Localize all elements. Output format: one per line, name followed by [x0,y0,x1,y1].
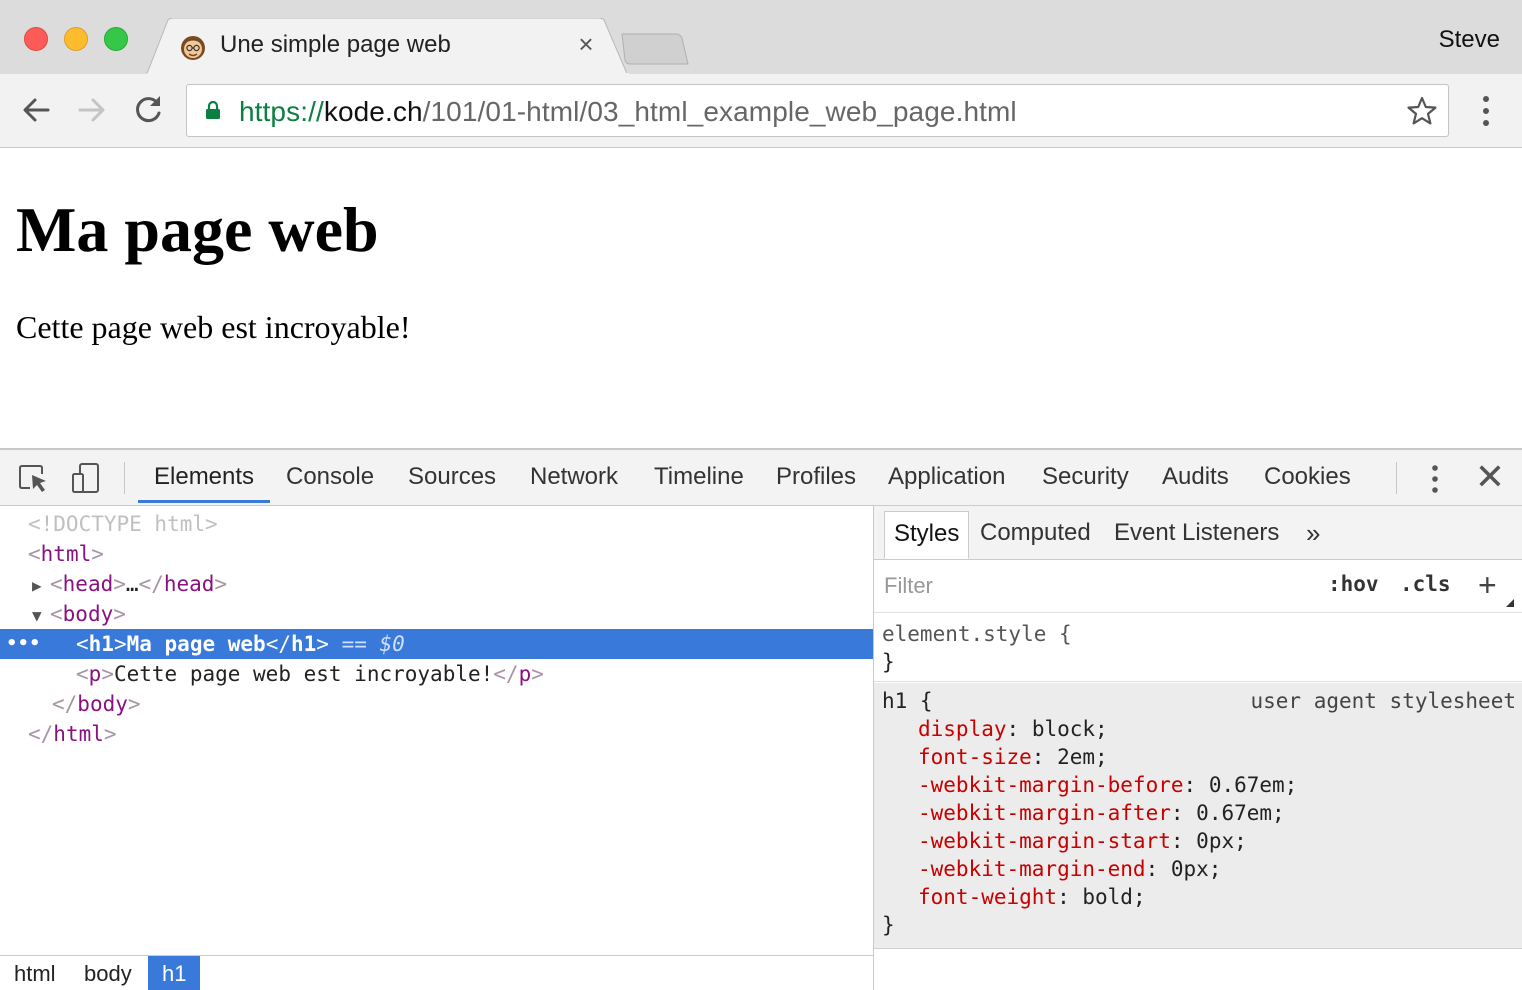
new-tab-button[interactable] [620,32,690,66]
tab-event-listeners[interactable]: Event Listeners [1114,519,1279,547]
dom-node-doctype[interactable]: <!DOCTYPE html> [0,509,873,539]
css-declaration[interactable]: -webkit-margin-before: 0.67em; [918,771,1297,799]
browser-tab[interactable]: Une simple page web × [146,18,630,76]
tab-computed[interactable]: Computed [980,519,1091,547]
tab-profiles[interactable]: Profiles [776,463,856,491]
tab-cookies[interactable]: Cookies [1264,463,1351,491]
window-close-button[interactable] [24,27,48,51]
css-declaration[interactable]: font-size: 2em; [918,743,1108,771]
rule-selector[interactable]: h1 { [882,687,933,715]
devtools-menu-icon[interactable] [1426,464,1444,494]
tab-sources[interactable]: Sources [408,463,496,491]
title-bar: Une simple page web × Steve [0,0,1522,76]
url-text[interactable]: https://kode.ch/101/01-html/03_html_exam… [239,96,1017,128]
devtools-tab-bar: Elements Console Sources Network Timelin… [0,450,1522,506]
styles-filter-bar: Filter :hov .cls + [874,561,1522,613]
breadcrumb: html body h1 [0,955,873,990]
breadcrumb-html[interactable]: html [0,956,70,990]
page-heading: Ma page web [16,194,379,265]
device-toolbar-icon[interactable] [70,462,102,494]
breadcrumb-body[interactable]: body [70,956,146,990]
toolbar-divider [1396,462,1397,494]
window-maximize-button[interactable] [104,27,128,51]
dom-node-body-close[interactable]: </body> [0,689,873,719]
new-style-rule-button[interactable]: + [1478,567,1497,604]
dom-node-html-close[interactable]: </html> [0,719,873,749]
url-path: /101/01-html/03_html_example_web_page.ht… [422,96,1017,127]
avatar-favicon-icon [181,36,205,60]
tab-close-icon[interactable]: × [574,31,598,57]
tab-audits[interactable]: Audits [1162,463,1229,491]
lock-icon [206,101,220,119]
chevron-double-right-icon[interactable]: » [1306,518,1320,549]
corner-triangle-icon [1506,599,1514,607]
address-bar[interactable]: https://kode.ch/101/01-html/03_html_exam… [186,84,1449,137]
tab-elements[interactable]: Elements [154,463,254,491]
collapse-triangle-icon[interactable]: ▼ [32,601,50,631]
tab-network[interactable]: Network [530,463,618,491]
page-viewport: Ma page web Cette page web est incroyabl… [0,149,1522,448]
dom-node-body[interactable]: ▼ <body> [0,599,873,629]
css-declaration[interactable]: -webkit-margin-end: 0px; [918,855,1221,883]
browser-toolbar: https://kode.ch/101/01-html/03_html_exam… [0,74,1522,148]
cls-toggle-button[interactable]: .cls [1400,572,1451,596]
styles-sidebar: Styles Computed Event Listeners » Filter… [874,506,1522,990]
tab-styles[interactable]: Styles [884,511,970,559]
tab-title: Une simple page web [220,31,451,58]
devtools-close-icon[interactable]: ✕ [1474,459,1506,495]
menu-dots-icon[interactable] [1474,94,1498,128]
css-declaration[interactable]: font-weight: bold; [918,883,1146,911]
rule-origin: user agent stylesheet [1250,689,1516,713]
devtools-panel: Elements Console Sources Network Timelin… [0,448,1522,990]
css-declaration[interactable]: -webkit-margin-start: 0px; [918,827,1247,855]
node-actions-icon[interactable]: ••• [6,629,41,659]
hov-toggle-button[interactable]: :hov [1328,572,1379,596]
toolbar-divider [124,462,125,494]
url-host: kode.ch [323,96,423,127]
dom-node-p[interactable]: <p>Cette page web est incroyable!</p> [0,659,873,689]
elements-dom-tree: <!DOCTYPE html> <html> ▶ <head>…</head> ▼… [0,506,873,956]
rule-close-brace: } [882,913,895,937]
expand-triangle-icon[interactable]: ▶ [32,571,50,601]
filter-input[interactable]: Filter [884,573,933,599]
reload-icon[interactable] [130,92,166,128]
element-style-rule: element.style { } [874,616,1522,682]
tab-application[interactable]: Application [888,463,1005,491]
breadcrumb-h1[interactable]: h1 [148,956,201,990]
dom-node-html[interactable]: <html> [0,539,873,569]
tab-security[interactable]: Security [1042,463,1129,491]
css-declaration[interactable]: display: block; [918,715,1108,743]
forward-arrow-icon[interactable] [74,92,110,128]
active-tab-indicator [138,500,270,503]
rule-selector[interactable]: element.style { [882,620,1072,648]
page-paragraph: Cette page web est incroyable! [16,309,411,345]
dom-node-head[interactable]: ▶ <head>…</head> [0,569,873,599]
h1-user-agent-rule: h1 { user agent stylesheet display: bloc… [874,683,1522,949]
rule-close-brace: } [882,650,895,674]
console-ref-marker: == $0 [341,632,405,656]
sidebar-tab-bar: Styles Computed Event Listeners » [874,506,1522,560]
css-declaration[interactable]: -webkit-margin-after: 0.67em; [918,799,1285,827]
bookmark-star-icon[interactable] [1406,95,1438,127]
back-arrow-icon[interactable] [18,92,54,128]
dom-node-h1-selected[interactable]: ••• <h1>Ma page web</h1> == $0 [0,629,873,659]
window-minimize-button[interactable] [64,27,88,51]
inspect-element-icon[interactable] [18,462,50,494]
url-scheme: https:// [239,96,324,127]
tab-timeline[interactable]: Timeline [654,463,744,491]
profile-name[interactable]: Steve [1439,26,1500,54]
tab-console[interactable]: Console [286,463,374,491]
